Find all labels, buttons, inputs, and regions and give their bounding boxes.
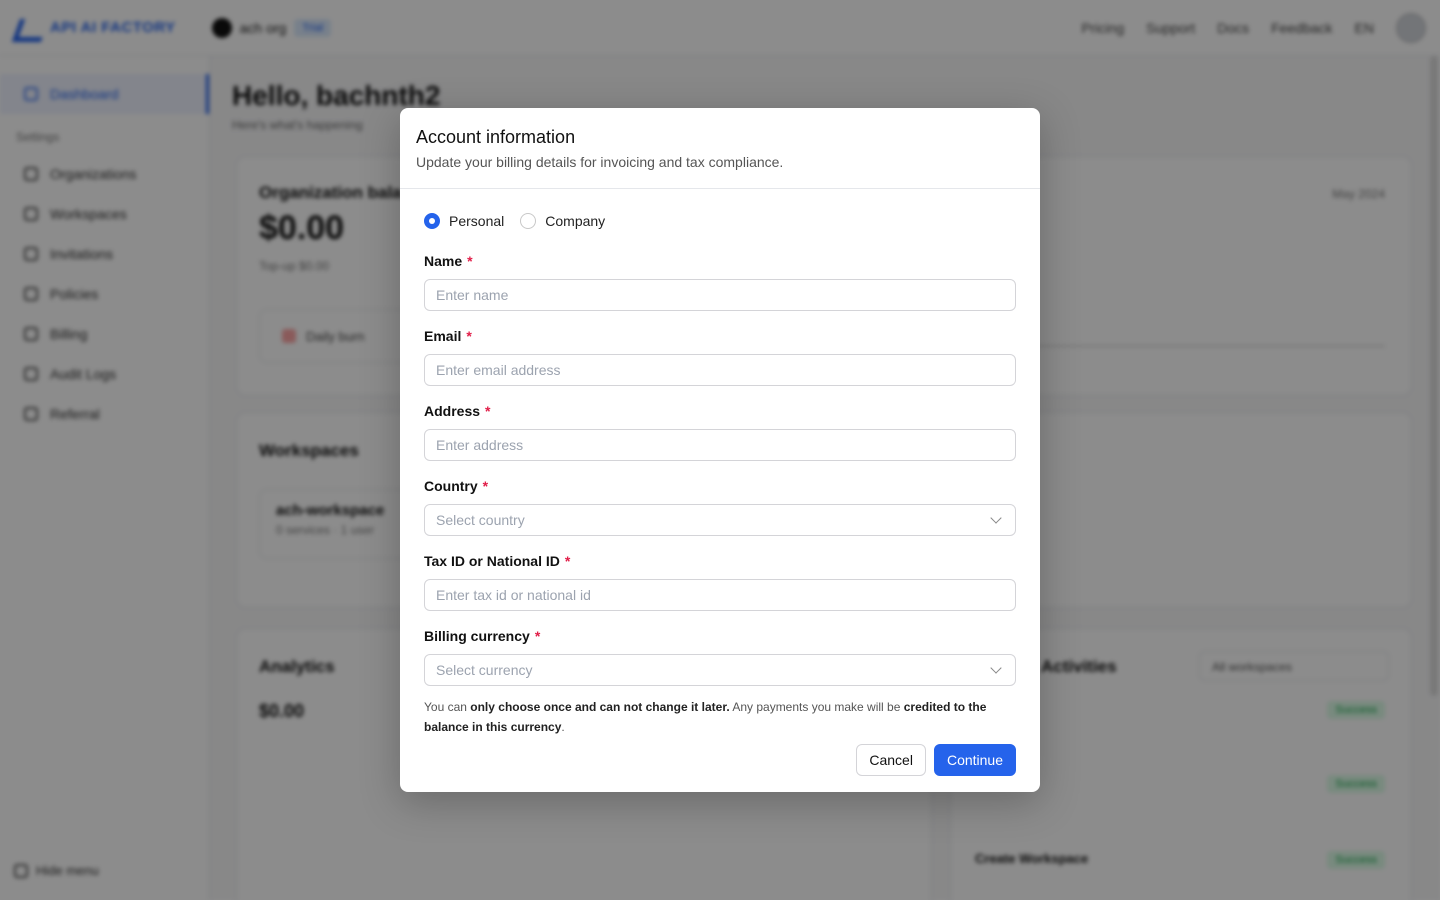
required-marker: * (534, 628, 541, 644)
note-text: You can (424, 700, 471, 714)
account-information-dialog: Account information Update your billing … (400, 108, 1040, 792)
name-field-group: Name * (424, 253, 1016, 311)
currency-note: You can only choose once and can not cha… (424, 697, 1016, 737)
country-field-group: Country * Select country (424, 478, 1016, 536)
required-marker: * (564, 553, 571, 569)
required-marker: * (485, 403, 491, 419)
address-input[interactable] (424, 429, 1016, 461)
name-label: Name (424, 253, 463, 269)
radio-unselected-icon[interactable] (520, 213, 537, 229)
country-select-placeholder: Select country (436, 512, 525, 528)
account-type-personal[interactable]: Personal (424, 213, 504, 229)
account-type-group: Personal Company (424, 189, 1016, 253)
cancel-button[interactable]: Cancel (856, 744, 926, 776)
tax-id-label-row: Tax ID or National ID * (424, 553, 1016, 575)
required-marker: * (467, 253, 473, 269)
tax-id-input[interactable] (424, 579, 1016, 611)
email-field-group: Email * (424, 328, 1016, 386)
radio-label: Company (545, 213, 606, 229)
email-label: Email (424, 328, 462, 344)
currency-label: Billing currency (424, 628, 530, 644)
dialog-body: Personal Company Name * Email * Address (400, 189, 1040, 737)
radio-label: Personal (449, 213, 505, 229)
note-emphasis: only choose once and can not change it l… (470, 700, 730, 714)
address-field-group: Address * (424, 403, 1016, 461)
country-label: Country (424, 478, 478, 494)
name-label-row: Name * (424, 253, 1016, 275)
name-input[interactable] (424, 279, 1016, 311)
account-type-company[interactable]: Company (520, 213, 605, 229)
dialog-header: Account information Update your billing … (400, 108, 1040, 189)
tax-id-field-group: Tax ID or National ID * (424, 553, 1016, 611)
chevron-down-icon (990, 662, 1002, 674)
dialog-actions: Cancel Continue (856, 744, 1016, 776)
country-label-row: Country * (424, 478, 1016, 500)
country-select[interactable]: Select country (424, 504, 1016, 536)
currency-field-group: Billing currency * Select currency (424, 628, 1016, 686)
email-label-row: Email * (424, 328, 1016, 350)
radio-selected-icon[interactable] (424, 213, 440, 229)
currency-label-row: Billing currency * (424, 628, 1016, 650)
required-marker: * (482, 478, 489, 494)
address-label: Address (424, 403, 481, 419)
email-input[interactable] (424, 354, 1016, 386)
address-label-row: Address * (424, 403, 1016, 425)
dialog-title: Account information (416, 127, 576, 147)
continue-button[interactable]: Continue (933, 744, 1016, 776)
tax-id-label: Tax ID or National ID (424, 553, 560, 569)
dialog-subtitle: Update your billing details for invoicin… (416, 154, 784, 170)
note-text: . (561, 720, 565, 734)
note-text: Any payments you make will be (729, 700, 904, 714)
currency-select[interactable]: Select currency (424, 654, 1016, 686)
required-marker: * (466, 328, 472, 344)
currency-select-placeholder: Select currency (436, 662, 533, 678)
chevron-down-icon (990, 512, 1002, 524)
